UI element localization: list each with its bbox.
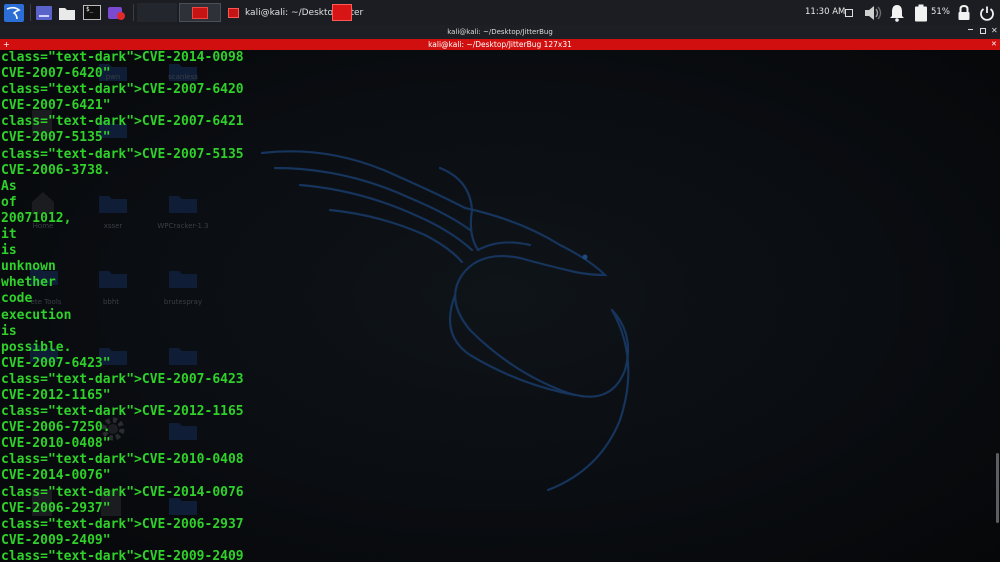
tab-title[interactable]: kali@kali: ~/Desktop/JitterBug 127x31 (0, 40, 1000, 49)
terminal-line: execution (1, 307, 72, 323)
terminal-line: class="text-dark">CVE-2007-6423 (1, 371, 244, 387)
workspace-2[interactable] (179, 3, 221, 22)
terminal-line: it (1, 227, 17, 243)
terminal-icon-text: $_ (86, 6, 94, 13)
close-icon: ✕ (991, 26, 998, 35)
terminal-line: class="text-dark">CVE-2007-6421 (1, 114, 244, 130)
terminal-line: whether (1, 275, 56, 291)
terminal-window-icon (228, 7, 239, 18)
lock-icon (958, 4, 970, 20)
minimize-icon (968, 29, 973, 30)
window-title: kali@kali: ~/Desktop/JitterBug (447, 28, 553, 36)
show-desktop-button[interactable] (34, 3, 54, 22)
terminal-scrollbar[interactable] (996, 453, 999, 523)
battery-percentage: 51% (931, 7, 950, 17)
terminal-line: CVE-2012-1165" (1, 387, 111, 403)
kali-menu-button[interactable] (2, 3, 26, 22)
minimize-button[interactable] (968, 25, 973, 35)
kali-dragon-icon (4, 3, 24, 22)
terminal-line: CVE-2007-6423" (1, 355, 111, 371)
window-titlebar[interactable]: kali@kali: ~/Desktop/JitterBug ✕ (0, 25, 1000, 39)
battery-button[interactable] (912, 3, 930, 22)
recorder-icon (108, 6, 125, 20)
clock[interactable]: 11:30 AM (805, 7, 845, 17)
close-icon: ✕ (991, 40, 997, 48)
speaker-icon (865, 5, 882, 20)
terminal-line: CVE-2006-3738. (1, 162, 111, 178)
maximize-button[interactable] (980, 28, 986, 36)
panel-divider (30, 4, 31, 21)
workspace-window-thumbnail (192, 6, 208, 19)
checkbox-icon (845, 8, 853, 17)
terminal-line: CVE-2007-6421" (1, 98, 111, 114)
terminal-view[interactable]: pwn scanless Home xsser WPCracker-1.3 et… (0, 50, 1000, 562)
power-icon (980, 6, 994, 21)
red-window-icon (331, 4, 352, 21)
top-panel: $_ kali@kali: ~/Desktop/Jitter 11:30 AM (0, 0, 1000, 25)
tab-close-button[interactable]: ✕ (991, 39, 997, 50)
folder-icon (59, 7, 75, 20)
terminal-icon: $_ (83, 5, 101, 20)
terminal-line: of (1, 194, 17, 210)
lock-screen-button[interactable] (955, 3, 973, 22)
battery-icon (915, 4, 927, 21)
terminal-output[interactable]: class="text-dark">CVE-2014-0098 CVE-2007-… (1, 50, 244, 562)
terminal-line: As (1, 178, 17, 194)
power-button[interactable] (977, 3, 997, 22)
terminal-line: is (1, 323, 17, 339)
terminal-line: CVE-2007-5135" (1, 130, 111, 146)
terminal-line: 20071012, (1, 210, 72, 226)
file-manager-button[interactable] (57, 3, 77, 22)
terminal-line: CVE-2010-0408" (1, 436, 111, 452)
terminal-line: class="text-dark">CVE-2014-0076 (1, 484, 244, 500)
terminal-line: code (1, 291, 33, 307)
notification-toggle[interactable] (844, 3, 854, 22)
terminal-tab-bar: + kali@kali: ~/Desktop/JitterBug 127x31 … (0, 39, 1000, 50)
volume-button[interactable] (862, 3, 884, 22)
terminal-line: class="text-dark">CVE-2009-2409 (1, 548, 244, 562)
terminal-line: class="text-dark">CVE-2014-0098 (1, 50, 244, 65)
terminal-line: class="text-dark">CVE-2006-2937 (1, 516, 244, 532)
terminal-line: CVE-2006-2937" (1, 500, 111, 516)
notifications-button[interactable] (887, 3, 907, 22)
terminal-line: CVE-2014-0076" (1, 468, 111, 484)
terminal-line: class="text-dark">CVE-2012-1165 (1, 404, 244, 420)
terminal-line: class="text-dark">CVE-2010-0408 (1, 452, 244, 468)
terminal-line: possible. (1, 339, 72, 355)
taskbar-extra-window[interactable] (331, 3, 352, 22)
desktop-icon (36, 5, 52, 20)
panel-divider (133, 4, 134, 21)
maximize-icon (980, 28, 986, 34)
terminal-line: CVE-2009-2409" (1, 532, 111, 548)
terminal-line: class="text-dark">CVE-2007-5135 (1, 146, 244, 162)
terminal-line: CVE-2006-7250. (1, 420, 111, 436)
terminal-line: CVE-2007-6420" (1, 66, 111, 82)
terminal-launcher-button[interactable]: $_ (81, 3, 103, 22)
workspace-1[interactable] (137, 3, 177, 22)
terminal-line: is (1, 243, 17, 259)
terminal-line: class="text-dark">CVE-2007-6420 (1, 82, 244, 98)
close-button[interactable]: ✕ (991, 26, 998, 35)
terminal-line: unknown (1, 259, 56, 275)
bell-icon (890, 4, 904, 22)
screen-recorder-button[interactable] (106, 3, 128, 22)
